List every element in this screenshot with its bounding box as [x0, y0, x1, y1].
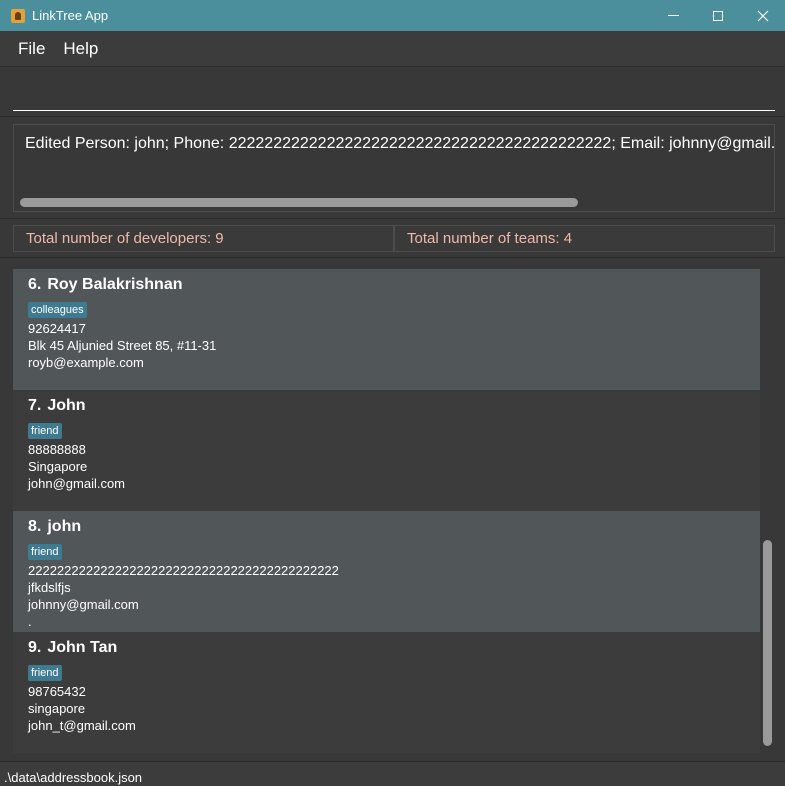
command-input[interactable]: [13, 77, 775, 111]
result-text-area[interactable]: Edited Person: john; Phone: 222222222222…: [13, 124, 775, 212]
team-count: Total number of teams: 4: [394, 225, 775, 252]
stats-bar: Total number of developers: 9 Total numb…: [0, 219, 785, 258]
person-email: royb@example.com: [28, 355, 144, 370]
person-tag: friend: [28, 665, 62, 681]
person-card[interactable]: 8. john friend 22222222222222222222222222…: [13, 511, 760, 632]
person-tag: friend: [28, 544, 62, 560]
person-address: jfkdslfjs: [28, 580, 71, 595]
result-display: Edited Person: john; Phone: 222222222222…: [0, 117, 785, 219]
app-icon: [11, 8, 25, 23]
person-address: Singapore: [28, 459, 88, 474]
title-bar: LinkTree App: [0, 0, 785, 31]
person-card[interactable]: 6. Roy Balakrishnan colleagues 92624417 B…: [13, 269, 760, 390]
vertical-scrollbar[interactable]: [763, 540, 772, 746]
maximize-button[interactable]: [695, 0, 741, 31]
window-title: LinkTree App: [32, 8, 109, 23]
minimize-button[interactable]: [650, 0, 696, 31]
person-phone: 2222222222222222222222222222222222222222…: [28, 563, 339, 578]
maximize-icon: [713, 10, 723, 21]
person-list[interactable]: 6. Roy Balakrishnan colleagues 92624417 B…: [0, 259, 785, 761]
person-tag: colleagues: [28, 302, 87, 318]
result-message: Edited Person: john; Phone: 222222222222…: [25, 135, 775, 152]
menu-bar: File Help: [0, 31, 785, 67]
person-email: johnny@gmail.com: [28, 597, 139, 612]
person-name: John: [47, 397, 86, 414]
status-bar: .\data\addressbook.json: [0, 761, 785, 786]
person-index: 9.: [28, 639, 42, 656]
person-address: Blk 45 Aljunied Street 85, #11-31: [28, 338, 217, 353]
person-address: singapore: [28, 701, 86, 716]
person-email: john@gmail.com: [28, 476, 126, 491]
person-phone: 98765432: [28, 684, 86, 699]
person-index: 7.: [28, 397, 42, 414]
menu-help[interactable]: Help: [55, 39, 106, 59]
person-tag: friend: [28, 423, 62, 439]
person-index: 6.: [28, 276, 42, 293]
data-file-path: .\data\addressbook.json: [4, 770, 143, 785]
horizontal-scrollbar[interactable]: [20, 198, 578, 207]
close-icon: [757, 10, 769, 21]
minimize-icon: [667, 15, 679, 16]
person-name: John Tan: [47, 639, 118, 656]
close-button[interactable]: [740, 0, 785, 31]
person-phone: 88888888: [28, 442, 86, 457]
person-index: 8.: [28, 518, 42, 535]
developer-count: Total number of developers: 9: [13, 225, 394, 252]
command-box: [0, 67, 785, 117]
menu-file[interactable]: File: [10, 39, 53, 59]
person-email: john_t@gmail.com: [28, 718, 136, 733]
person-name: Roy Balakrishnan: [47, 276, 183, 293]
person-phone: 92624417: [28, 321, 86, 336]
person-card[interactable]: 9. John Tan friend 98765432 singapore joh…: [13, 632, 760, 753]
person-card[interactable]: 7. John friend 88888888 Singapore john@gm…: [13, 390, 760, 511]
person-name: john: [47, 518, 82, 535]
person-extra: .: [28, 614, 32, 629]
